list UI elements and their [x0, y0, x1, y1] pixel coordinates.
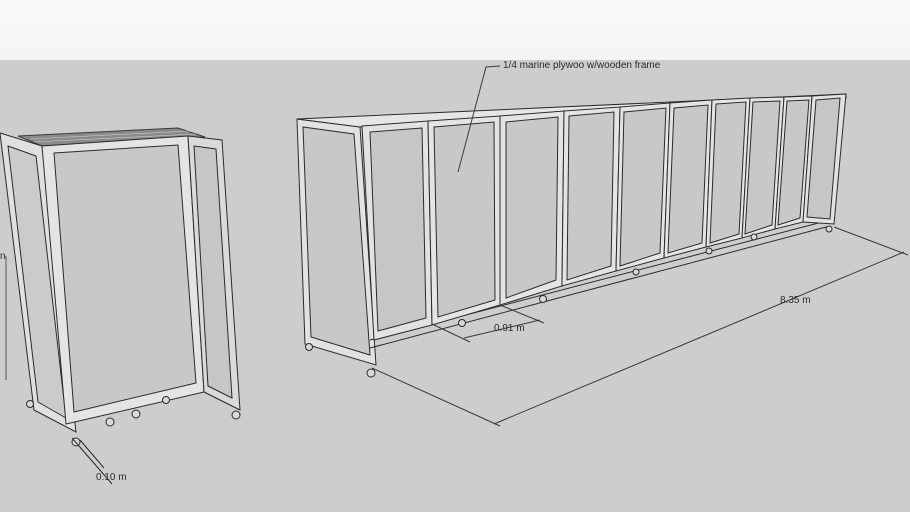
front-panels	[361, 93, 847, 341]
material-note-label: 1/4 marine plywoo w/wooden frame	[503, 60, 661, 71]
left-partition-unit[interactable]	[0, 127, 241, 447]
depth-label: 0.10 m	[96, 472, 127, 483]
front-panel	[53, 144, 197, 413]
cut-height-label: n	[0, 251, 6, 262]
model-drawing	[0, 65, 909, 485]
partition-run[interactable]	[296, 93, 847, 378]
sketchup-viewport[interactable]: 1/4 marine plywoo w/wooden frame 0.91 m …	[0, 0, 910, 512]
panel-width-label: 0.91 m	[494, 323, 525, 334]
total-length-label: 8.35 m	[780, 295, 811, 306]
